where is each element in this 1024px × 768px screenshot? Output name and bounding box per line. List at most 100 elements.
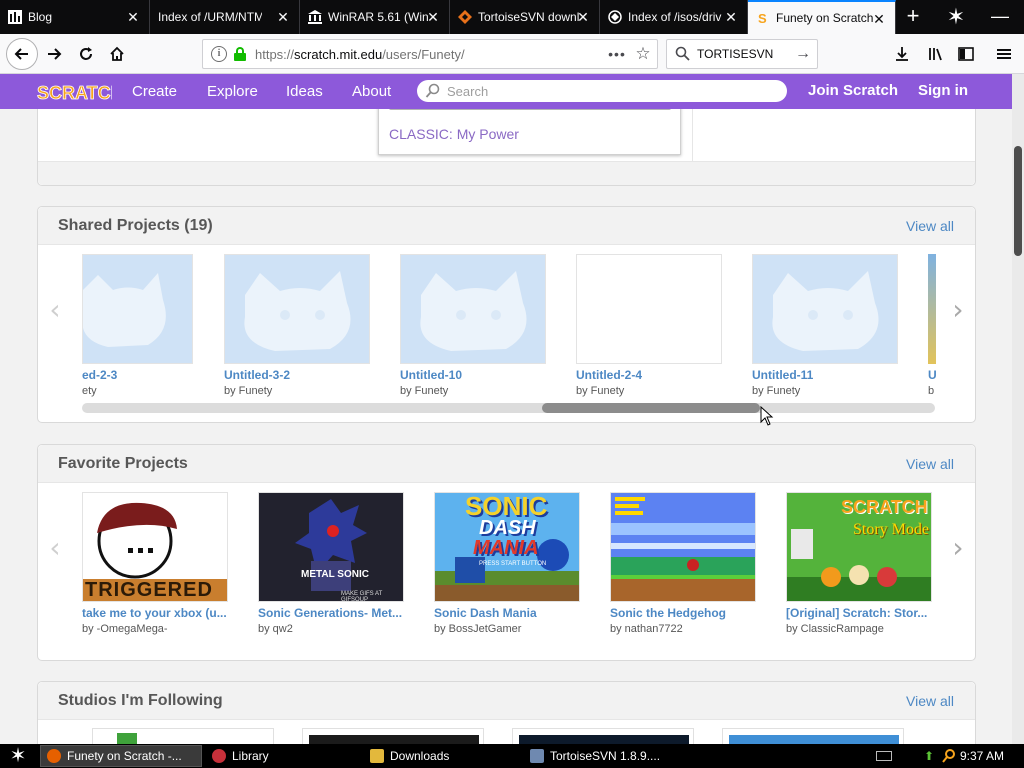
tab-tortoisesvn[interactable]: TortoiseSVN downl ✕ (450, 0, 600, 34)
sidebar-button[interactable] (952, 40, 980, 68)
project-title[interactable]: [Original] Scratch: Stor... (786, 606, 932, 620)
join-scratch-link[interactable]: Join Scratch (808, 82, 898, 99)
project-title[interactable]: Sonic Dash Mania (434, 606, 580, 620)
start-menu-icon[interactable]: ✶ (4, 744, 32, 768)
project-thumbnail[interactable]: TRIGGERED (82, 492, 228, 602)
page-scrollbar-thumb[interactable] (1014, 146, 1022, 256)
back-button[interactable] (6, 38, 38, 70)
nav-ideas-link[interactable]: Ideas (286, 83, 323, 100)
nav-about-link[interactable]: About (352, 83, 391, 100)
project-thumbnail[interactable]: SONIC DASH MANIA PRESS START BUTTON (434, 492, 580, 602)
project-tile[interactable]: METAL SONIC MAKE GIFS AT GIFSOUP Sonic G… (258, 492, 404, 635)
close-tab-icon[interactable]: ✕ (871, 11, 887, 27)
project-thumbnail[interactable] (752, 254, 898, 364)
project-author[interactable]: by BossJetGamer (434, 623, 580, 635)
project-author[interactable]: ety (82, 385, 193, 397)
project-author[interactable]: by ClassicRampage (786, 623, 932, 635)
scratch-search-input[interactable]: Search (417, 80, 787, 102)
close-tab-icon[interactable]: ✕ (723, 9, 739, 25)
project-tile[interactable]: Untitled-3-2 by Funety (224, 254, 370, 397)
shared-view-all-link[interactable]: View all (906, 218, 954, 234)
tab-winrar[interactable]: WinRAR 5.61 (Win ✕ (300, 0, 450, 34)
studio-tile[interactable] (302, 728, 484, 744)
taskbar-clock[interactable]: 9:37 AM (960, 749, 1004, 763)
project-title[interactable]: Untitled-10 (400, 368, 546, 382)
project-tile[interactable]: SONIC DASH MANIA PRESS START BUTTON Soni… (434, 492, 580, 635)
project-author[interactable]: by Funety (576, 385, 722, 397)
chevron-right-icon[interactable]: › (948, 533, 968, 563)
featured-project-link[interactable]: CLASSIC: My Power (389, 126, 519, 142)
new-tab-button[interactable]: + (898, 3, 928, 31)
minimize-icon[interactable]: — (976, 0, 1024, 34)
page-actions-icon[interactable]: ••• (605, 46, 629, 62)
tab-funety-scratch[interactable]: S Funety on Scratch ✕ (748, 0, 896, 34)
project-author[interactable]: by Funety (224, 385, 370, 397)
chevron-left-icon[interactable]: ‹ (45, 533, 65, 563)
studio-tile[interactable] (512, 728, 694, 744)
project-thumbnail[interactable] (576, 254, 722, 364)
project-tile[interactable]: Untitled-2-4 by Funety (576, 254, 722, 397)
library-button[interactable] (922, 40, 950, 68)
search-go-arrow-icon[interactable]: → (789, 45, 817, 63)
keyboard-tray-icon[interactable] (876, 751, 892, 761)
taskbar-item-library[interactable]: Library (206, 745, 356, 767)
project-title[interactable]: Untitled-3-2 (224, 368, 370, 382)
project-thumbnail[interactable] (224, 254, 370, 364)
browser-search-text[interactable]: TORTISESVN (697, 47, 789, 61)
project-title[interactable]: Sonic Generations- Met... (258, 606, 404, 620)
nav-create-link[interactable]: Create (132, 83, 177, 100)
nav-explore-link[interactable]: Explore (207, 83, 258, 100)
bookmark-star-icon[interactable]: ☆ (629, 44, 657, 64)
project-tile[interactable]: TRIGGERED take me to your xbox (u... by … (82, 492, 228, 635)
project-title[interactable]: Untitled-11 (752, 368, 898, 382)
project-thumbnail[interactable] (82, 254, 193, 364)
project-tile[interactable]: Untitled-10 by Funety (400, 254, 546, 397)
forward-button[interactable] (40, 40, 68, 68)
close-tab-icon[interactable]: ✕ (425, 9, 441, 25)
studios-view-all-link[interactable]: View all (906, 693, 954, 709)
studio-tile[interactable] (722, 728, 904, 744)
project-tile[interactable]: Untitled-11 by Funety (752, 254, 898, 397)
project-title[interactable]: Untitled-2-4 (576, 368, 722, 382)
info-icon[interactable]: i (211, 46, 227, 62)
home-button[interactable] (103, 40, 131, 68)
project-thumbnail[interactable] (610, 492, 756, 602)
browser-search-field[interactable]: TORTISESVN → (666, 39, 818, 69)
downloads-button[interactable] (888, 40, 916, 68)
project-author[interactable]: by Funety (752, 385, 898, 397)
project-author[interactable]: by -OmegaMega- (82, 623, 228, 635)
favorites-view-all-link[interactable]: View all (906, 456, 954, 472)
page-vertical-scrollbar[interactable] (1012, 74, 1024, 744)
project-tile[interactable]: Sonic the Hedgehog by nathan7722 (610, 492, 756, 635)
overflow-star-icon[interactable]: ✶ (936, 0, 976, 34)
close-tab-icon[interactable]: ✕ (275, 9, 291, 25)
project-author[interactable]: b (928, 385, 936, 397)
project-thumbnail[interactable] (928, 254, 936, 364)
project-thumbnail[interactable]: SCRATCH Story Mode (786, 492, 932, 602)
search-tray-icon[interactable] (942, 748, 956, 764)
project-tile[interactable]: ed-2-3 ety (82, 254, 193, 397)
project-tile[interactable]: U b (928, 254, 936, 397)
project-author[interactable]: by qw2 (258, 623, 404, 635)
address-bar[interactable]: i https://scratch.mit.edu/users/Funety/ … (202, 39, 658, 69)
carousel-scrollbar-thumb[interactable] (542, 403, 760, 413)
project-title[interactable]: ed-2-3 (82, 368, 193, 382)
scratch-logo[interactable]: SCRATCH (36, 80, 112, 104)
tab-index-urm[interactable]: Index of /URM/NTM/Ga ✕ (150, 0, 300, 34)
project-title[interactable]: take me to your xbox (u... (82, 606, 228, 620)
chevron-right-icon[interactable]: › (948, 295, 968, 325)
carousel-scrollbar[interactable] (82, 403, 935, 413)
sign-in-link[interactable]: Sign in (918, 82, 968, 99)
lock-icon[interactable] (233, 47, 247, 61)
close-tab-icon[interactable]: ✕ (575, 9, 591, 25)
hamburger-menu-button[interactable] (990, 40, 1018, 68)
network-tray-icon[interactable]: ⬆ (924, 749, 936, 763)
project-author[interactable]: by nathan7722 (610, 623, 756, 635)
taskbar-item-downloads[interactable]: Downloads (364, 745, 510, 767)
tab-index-isos[interactable]: Index of /isos/driv ✕ (600, 0, 748, 34)
close-tab-icon[interactable]: ✕ (125, 9, 141, 25)
chevron-left-icon[interactable]: ‹ (45, 295, 65, 325)
project-author[interactable]: by Funety (400, 385, 546, 397)
project-tile[interactable]: SCRATCH Story Mode [Original] Scratch: S… (786, 492, 932, 635)
tab-blog[interactable]: Blog ✕ (0, 0, 150, 34)
